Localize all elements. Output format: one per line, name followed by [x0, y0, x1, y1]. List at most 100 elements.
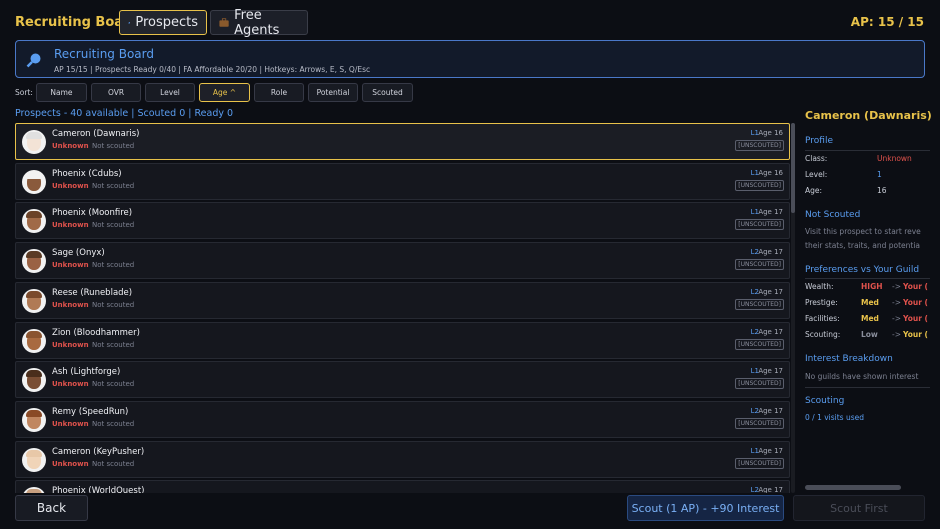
not-scouted-text-line1: Visit this prospect to start reve	[805, 227, 921, 236]
sort-name-button[interactable]: Name	[36, 83, 87, 102]
preference-label: Facilities:	[805, 314, 840, 323]
scouting-title: Scouting	[805, 396, 845, 406]
detail-name: Cameron (Dawnaris)	[805, 109, 932, 122]
prospect-age: Age 17	[758, 406, 783, 415]
sort-level-button[interactable]: Level	[145, 83, 195, 102]
divider	[805, 278, 930, 279]
prospects-summary: Prospects - 40 available | Scouted 0 | R…	[15, 108, 234, 119]
unscouted-badge: [UNSCOUTED]	[735, 298, 784, 310]
unscouted-badge: [UNSCOUTED]	[735, 259, 784, 271]
prospect-age: Age 17	[758, 208, 783, 217]
avatar	[22, 328, 46, 353]
prospect-scout-state: Not scouted	[92, 181, 135, 190]
avatar-hair	[26, 409, 42, 417]
prospect-status: Unknown	[52, 142, 89, 150]
avatar-hair	[26, 171, 42, 179]
level-value: 1	[877, 170, 882, 179]
avatar	[22, 288, 46, 313]
prospect-row[interactable]: Phoenix (Moonfire) Unknown Not scouted L1 Ag…	[15, 202, 790, 240]
prospect-scout-state: Not scouted	[92, 380, 135, 389]
level-label: Level:	[805, 170, 828, 179]
prospect-age: Age 17	[758, 367, 783, 376]
prospect-age: Age 17	[758, 287, 783, 296]
unscouted-badge: [UNSCOUTED]	[735, 179, 784, 191]
avatar-hair	[26, 330, 42, 338]
sort-label: Sort:	[15, 88, 33, 97]
prospect-row[interactable]: Sage (Onyx) Unknown Not scouted L2 Age 17 [UN…	[15, 242, 790, 280]
avatar-hair	[26, 449, 42, 457]
preference-label: Prestige:	[805, 298, 838, 307]
sort-scouted-button[interactable]: Scouted	[362, 83, 413, 102]
avatar	[22, 169, 46, 194]
guild-value: Your (	[903, 282, 928, 291]
avatar-hair	[26, 370, 42, 378]
scout-first-button[interactable]: Scout First	[793, 495, 925, 521]
prospect-scout-state: Not scouted	[92, 459, 135, 468]
prospect-name: Zion (Bloodhammer)	[52, 327, 140, 338]
sort-potential-button[interactable]: Potential	[308, 83, 358, 102]
class-label: Class:	[805, 154, 828, 163]
preference-label: Wealth:	[805, 282, 834, 291]
avatar	[22, 209, 46, 234]
prospect-scout-state: Not scouted	[92, 340, 135, 349]
prospect-row[interactable]: Zion (Bloodhammer) Unknown Not scouted L2 Ag…	[15, 321, 790, 359]
prospect-age: Age 17	[758, 248, 783, 257]
back-button[interactable]: Back	[15, 495, 88, 521]
prospect-name: Ash (Lightforge)	[52, 367, 121, 378]
prospect-row[interactable]: Reese (Runeblade) Unknown Not scouted L2 Age…	[15, 281, 790, 319]
prospect-list: Cameron (Dawnaris) Unknown Not scouted L1 Ag…	[15, 123, 790, 493]
prospect-status: Unknown	[52, 419, 89, 428]
age-label: Age:	[805, 186, 823, 195]
prospect-age: Age 17	[758, 486, 783, 493]
list-scroll-thumb[interactable]	[791, 123, 795, 213]
magnifier-icon	[128, 21, 131, 24]
unscouted-badge: [UNSCOUTED]	[735, 417, 784, 429]
avatar	[22, 368, 46, 393]
list-scrollbar[interactable]	[791, 123, 795, 493]
prospect-name: Phoenix (Moonfire)	[52, 208, 133, 219]
prospect-age: Age 16	[758, 168, 783, 177]
tab-free-agents[interactable]: Free Agents	[210, 8, 308, 38]
prospect-status: Unknown	[52, 221, 89, 230]
info-banner: Recruiting Board AP 15/15 | Prospects Re…	[15, 40, 925, 78]
unscouted-badge: [UNSCOUTED]	[735, 457, 784, 469]
preference-value: Low	[861, 330, 878, 339]
prospect-age: Age 16	[758, 129, 783, 137]
class-value: Unknown	[877, 154, 912, 163]
prospect-row[interactable]: Ash (Lightforge) Unknown Not scouted L1 Age …	[15, 361, 790, 399]
banner-subtitle: AP 15/15 | Prospects Ready 0/40 | FA Aff…	[54, 65, 371, 74]
prospect-row[interactable]: Phoenix (Cdubs) Unknown Not scouted L1 Age 1…	[15, 162, 790, 200]
magnifier-icon	[26, 53, 41, 68]
prospect-name: Reese (Runeblade)	[52, 287, 133, 298]
unscouted-badge: [UNSCOUTED]	[735, 338, 784, 350]
prospect-name: Cameron (KeyPusher)	[52, 446, 145, 457]
prospect-row[interactable]: Phoenix (WorldQuest)UnknownNot scoutedL2…	[15, 480, 790, 493]
interest-text: No guilds have shown interest	[805, 372, 919, 381]
unscouted-badge: [UNSCOUTED]	[735, 378, 784, 390]
prospect-age: Age 17	[758, 446, 783, 455]
not-scouted-title: Not Scouted	[805, 210, 861, 220]
divider	[805, 387, 930, 388]
scouting-visits: 0 / 1 visits used	[805, 413, 865, 422]
preference-value: Med	[861, 314, 879, 323]
sort-ovr-button[interactable]: OVR	[91, 83, 141, 102]
prospect-status: Unknown	[52, 261, 89, 270]
arrow-icon: ->	[892, 330, 901, 339]
scout-button[interactable]: Scout (1 AP) - +90 Interest	[627, 495, 784, 521]
avatar	[22, 130, 46, 154]
arrow-icon: ->	[892, 282, 901, 291]
prospect-row[interactable]: Cameron (KeyPusher) Unknown Not scouted L1 A…	[15, 440, 790, 478]
preference-value: HIGH	[861, 282, 883, 291]
sort-role-button[interactable]: Role	[254, 83, 304, 102]
avatar	[22, 407, 46, 432]
preferences-title: Preferences vs Your Guild	[805, 265, 920, 275]
tab-prospects[interactable]: Prospects	[119, 10, 207, 35]
sort-age-button[interactable]: Age ^	[199, 83, 250, 102]
arrow-icon: ->	[892, 314, 901, 323]
panel-scrollbar[interactable]	[805, 485, 901, 490]
prospect-status: Unknown	[52, 300, 89, 309]
prospect-row[interactable]: Cameron (Dawnaris) Unknown Not scouted L1 Ag…	[15, 123, 790, 160]
prospect-row[interactable]: Remy (SpeedRun) Unknown Not scouted L2 Age 1…	[15, 400, 790, 438]
guild-value: Your (	[903, 298, 928, 307]
guild-value: Your (	[903, 330, 928, 339]
